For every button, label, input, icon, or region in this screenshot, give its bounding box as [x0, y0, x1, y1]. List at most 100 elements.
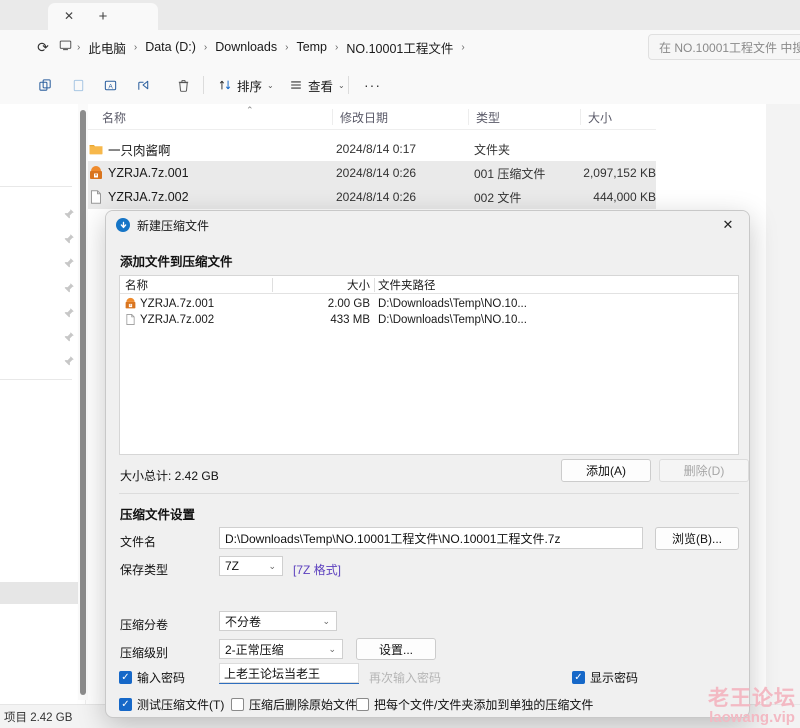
show-password-checkbox[interactable]: 显示密码: [572, 669, 638, 686]
sort-ascending-icon: ⌃: [246, 105, 254, 116]
paste-icon[interactable]: [65, 74, 91, 96]
savetype-value: 7Z: [225, 559, 268, 573]
column-header-type[interactable]: 类型: [474, 104, 500, 130]
breadcrumb-item-1[interactable]: Data (D:): [138, 38, 203, 56]
column-header-size[interactable]: 大小: [586, 104, 612, 130]
archive-file-list[interactable]: 名称 大小 文件夹路径 YZRJA.7z.001 2.00 GB D:\Down…: [119, 275, 739, 455]
delete-icon[interactable]: [170, 74, 196, 96]
pin-icon[interactable]: [62, 354, 76, 368]
file-date: 2024/8/14 0:17: [336, 137, 416, 161]
table-row[interactable]: 一只肉酱啊 2024/8/14 0:17 文件夹: [86, 137, 656, 161]
dialog-body: 添加文件到压缩文件 名称 大小 文件夹路径 YZRJA.7z.001 2.00 …: [106, 239, 749, 717]
this-pc-icon[interactable]: [55, 37, 76, 57]
copy-icon[interactable]: [32, 74, 58, 96]
column-header-name[interactable]: 名称: [100, 104, 126, 130]
sort-button[interactable]: 排序 ⌄: [212, 72, 280, 98]
chevron-down-icon: ⌄: [328, 644, 342, 655]
table-row[interactable]: YZRJA.7z.002 2024/8/14 0:26 002 文件 444,0…: [86, 185, 656, 209]
browse-button[interactable]: 浏览(B)...: [655, 527, 739, 550]
volume-select[interactable]: 不分卷 ⌄: [219, 611, 337, 631]
table-row[interactable]: YZRJA.7z.001 2024/8/14 0:26 001 压缩文件 2,0…: [86, 161, 656, 185]
file-size: 444,000 KB: [546, 185, 656, 209]
checkbox-box: [572, 671, 585, 684]
pin-icon[interactable]: [62, 207, 76, 221]
password-confirm-input[interactable]: 再次输入密码: [369, 669, 441, 686]
separate-archives-checkbox[interactable]: 把每个文件/文件夹添加到单独的压缩文件: [356, 696, 593, 713]
file-icon: [124, 313, 137, 326]
new-archive-dialog: 新建压缩文件 ✕ 添加文件到压缩文件 名称 大小 文件夹路径 YZRJA.7z.…: [105, 210, 750, 718]
vertical-scrollbar-thumb[interactable]: [80, 110, 86, 695]
column-header-name[interactable]: 名称: [125, 276, 148, 294]
delete-button: 删除(D): [659, 459, 749, 482]
password-checkbox[interactable]: 输入密码: [119, 669, 185, 686]
dialog-title: 新建压缩文件: [137, 217, 209, 234]
breadcrumb-item-3[interactable]: Temp: [289, 38, 334, 56]
file-type: 002 文件: [474, 185, 521, 209]
filename-input[interactable]: D:\Downloads\Temp\NO.10001工程文件\NO.10001工…: [219, 527, 643, 549]
pin-icon[interactable]: [62, 232, 76, 246]
view-icon: [289, 78, 303, 92]
delete-after-checkbox[interactable]: 压缩后删除原始文件: [231, 696, 357, 713]
archive-list-header: 名称 大小 文件夹路径: [120, 276, 738, 294]
file-type: 文件夹: [474, 137, 510, 161]
pin-icon[interactable]: [62, 330, 76, 344]
column-header-date[interactable]: 修改日期: [338, 104, 388, 130]
chevron-down-icon: ⌄: [268, 561, 282, 572]
toolbar-divider-2: [348, 76, 349, 94]
archive-file-size: 433 MB: [275, 312, 370, 328]
pin-icon[interactable]: [62, 306, 76, 320]
sort-label: 排序: [237, 76, 262, 95]
rename-icon[interactable]: A: [97, 74, 123, 96]
refresh-icon[interactable]: ⟳: [32, 36, 54, 58]
dialog-title-bar: 新建压缩文件 ✕: [106, 211, 749, 239]
file-date: 2024/8/14 0:26: [336, 185, 416, 209]
close-icon[interactable]: ✕: [707, 211, 749, 239]
column-header-size[interactable]: 大小: [275, 276, 370, 294]
chevron-down-icon: ⌄: [267, 81, 274, 90]
total-size-label: 大小总计: 2.42 GB: [120, 467, 219, 484]
breadcrumb-item-0[interactable]: 此电脑: [81, 36, 133, 59]
status-text: 项目 2.42 GB: [4, 709, 72, 725]
password-label: 输入密码: [137, 669, 185, 686]
test-archive-checkbox[interactable]: 测试压缩文件(T): [119, 696, 224, 713]
header-divider-2: [374, 278, 375, 292]
toolbar-divider-1: [203, 76, 204, 94]
pin-icon[interactable]: [62, 256, 76, 270]
more-options-button[interactable]: ···: [358, 72, 387, 98]
archive-file-size: 2.00 GB: [275, 296, 370, 312]
level-label: 压缩级别: [120, 644, 168, 661]
file-date: 2024/8/14 0:26: [336, 161, 416, 185]
nav-divider-1: [0, 186, 72, 187]
column-header-path[interactable]: 文件夹路径: [378, 276, 436, 294]
nav-item-selected[interactable]: [0, 582, 78, 604]
tab-close-icon[interactable]: ✕: [58, 5, 80, 27]
archive-icon: [88, 165, 104, 181]
level-select[interactable]: 2-正常压缩 ⌄: [219, 639, 343, 659]
breadcrumb-item-2[interactable]: Downloads: [208, 38, 284, 56]
show-password-label: 显示密码: [590, 669, 638, 686]
savetype-select[interactable]: 7Z ⌄: [219, 556, 283, 576]
pin-icon[interactable]: [62, 281, 76, 295]
checkbox-box: [119, 698, 132, 711]
list-item[interactable]: YZRJA.7z.002 433 MB D:\Downloads\Temp\NO…: [120, 312, 738, 328]
folder-icon: [88, 141, 104, 157]
archive-file-path: D:\Downloads\Temp\NO.10...: [378, 312, 527, 328]
header-divider-3: [580, 109, 581, 125]
navigation-pane: [0, 104, 86, 704]
new-tab-button[interactable]: +: [92, 5, 114, 27]
view-label: 查看: [308, 76, 333, 95]
search-input[interactable]: 在 NO.10001工程文件 中搜索: [648, 34, 800, 60]
chevron-down-icon: ⌄: [322, 616, 336, 627]
section-divider: [119, 493, 739, 494]
password-input[interactable]: 上老王论坛当老王: [219, 663, 359, 684]
format-link[interactable]: [7Z 格式]: [293, 561, 341, 578]
archive-file-name: YZRJA.7z.001: [140, 296, 214, 312]
share-icon[interactable]: [130, 74, 156, 96]
settings-button[interactable]: 设置...: [356, 638, 436, 660]
view-button[interactable]: 查看 ⌄: [283, 72, 351, 98]
breadcrumb-item-4[interactable]: NO.10001工程文件: [339, 36, 460, 59]
list-item[interactable]: YZRJA.7z.001 2.00 GB D:\Downloads\Temp\N…: [120, 296, 738, 312]
separate-archives-label: 把每个文件/文件夹添加到单独的压缩文件: [374, 696, 593, 713]
sort-icon: [218, 78, 232, 92]
add-button[interactable]: 添加(A): [561, 459, 651, 482]
